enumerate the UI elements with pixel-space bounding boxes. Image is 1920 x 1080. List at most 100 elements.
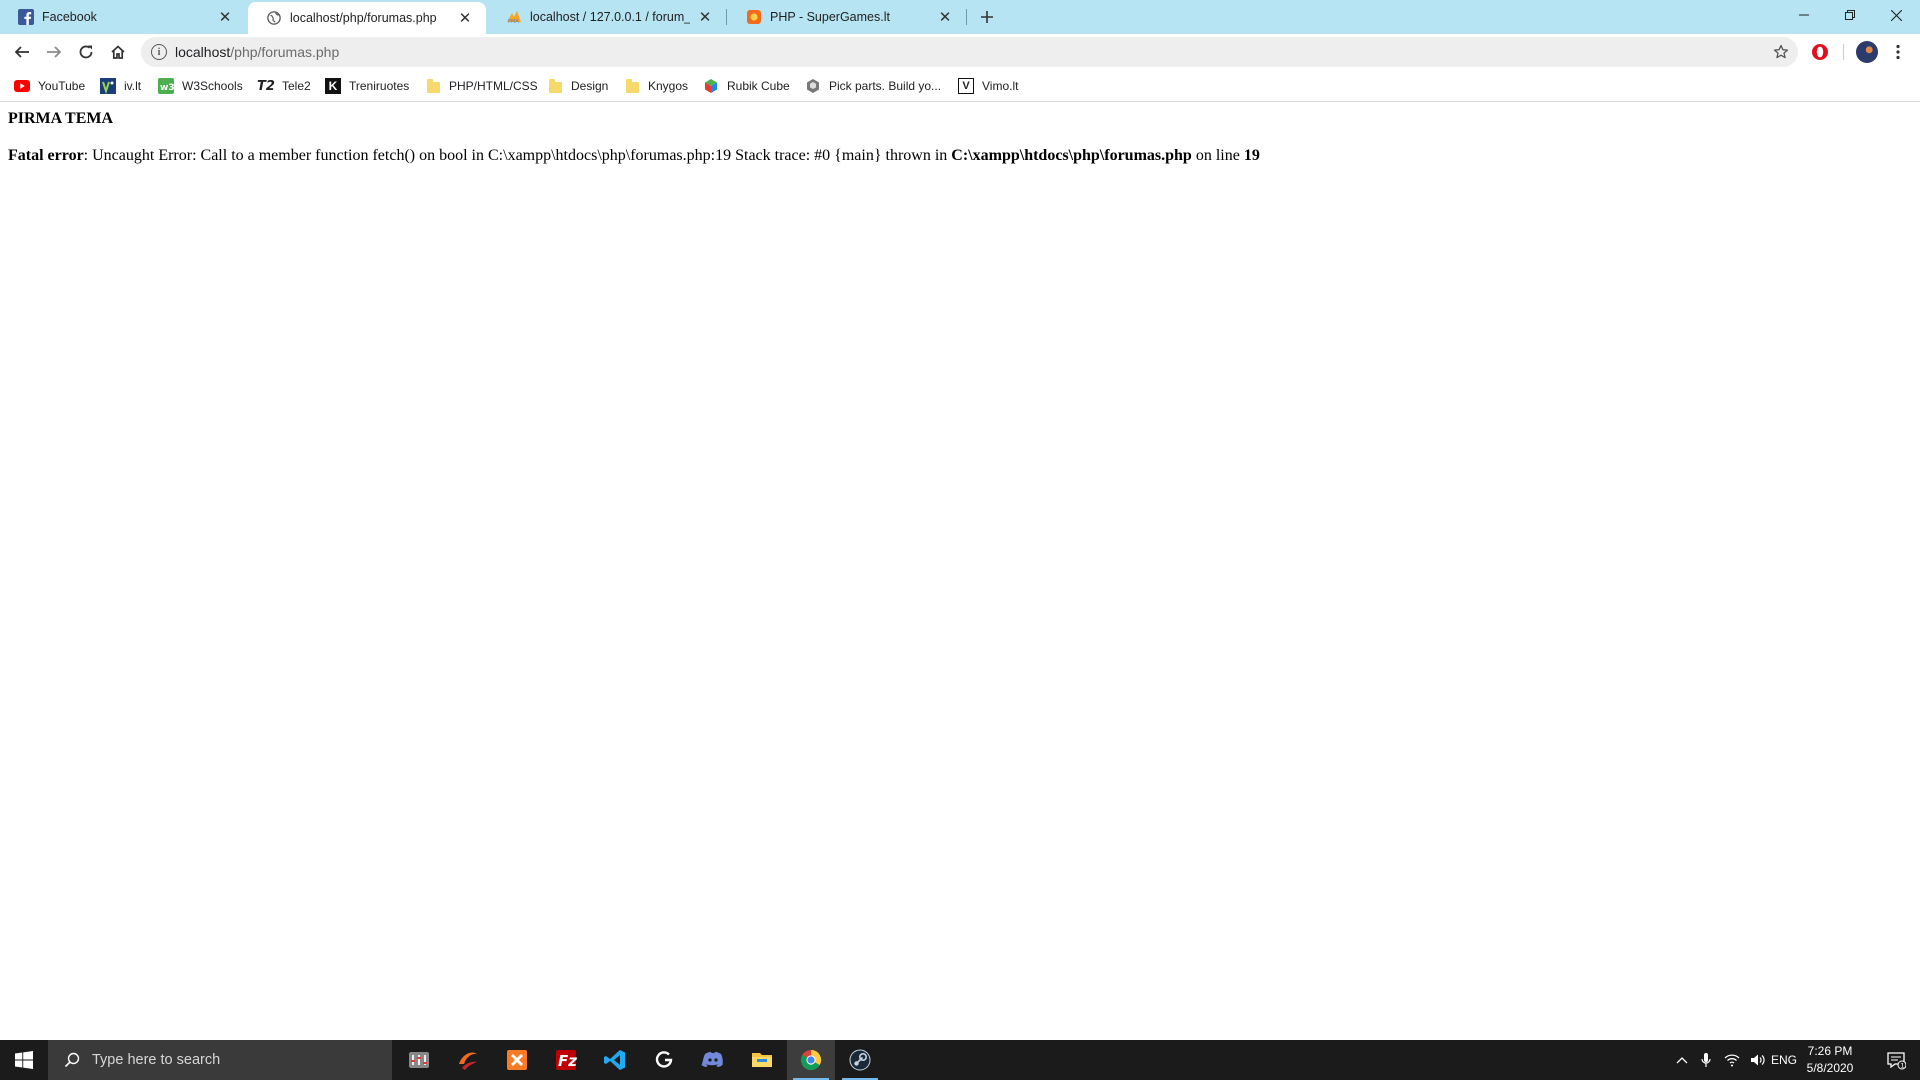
browser-toolbar: i localhost/php/forumas.php	[0, 34, 1920, 70]
bookmark-treniruotes[interactable]: K Treniruotes	[325, 76, 409, 96]
bookmark-vimo[interactable]: V Vimo.lt	[958, 76, 1018, 96]
taskbar-app-file-explorer[interactable]	[738, 1040, 786, 1080]
close-icon[interactable]: ✕	[216, 8, 234, 26]
taskbar-app-burner[interactable]	[444, 1040, 492, 1080]
info-icon[interactable]: i	[151, 44, 167, 60]
steam-icon	[849, 1049, 871, 1071]
speaker-icon	[1751, 1054, 1765, 1066]
taskbar-search[interactable]: Type here to search	[48, 1040, 392, 1080]
language-indicator[interactable]: ENG	[1771, 1040, 1797, 1080]
taskbar-app-logitech[interactable]	[640, 1040, 688, 1080]
vimo-icon: V	[958, 78, 974, 94]
address-bar[interactable]: i localhost/php/forumas.php	[141, 37, 1798, 67]
tab-facebook[interactable]: Facebook ✕	[0, 0, 246, 34]
search-icon	[62, 1050, 82, 1070]
folder-icon	[752, 1053, 772, 1067]
tab-strip: Facebook ✕ localhost/php/forumas.php ✕ P…	[0, 0, 1920, 34]
tele2-icon: T2	[257, 78, 275, 94]
opera-extension-icon[interactable]	[1810, 42, 1830, 62]
bookmarks-bar: YouTube iv.lt w3 W3Schools T2 Tele2 K Tr…	[0, 70, 1920, 102]
youtube-icon	[14, 78, 30, 94]
taskbar-app-mixer[interactable]	[395, 1040, 443, 1080]
folder-icon	[425, 78, 441, 94]
pcpartpicker-icon	[805, 78, 821, 94]
tab-title: PHP - SuperGames.lt	[770, 10, 890, 24]
browser-menu-button[interactable]	[1886, 40, 1910, 64]
bookmark-label: YouTube	[38, 79, 86, 93]
minimize-button[interactable]	[1781, 0, 1827, 30]
logitech-g-icon	[655, 1051, 673, 1068]
show-hidden-icons-button[interactable]	[1672, 1040, 1692, 1080]
reload-button[interactable]	[72, 38, 100, 66]
facebook-icon	[18, 9, 34, 25]
mixer-icon	[409, 1052, 429, 1068]
bookmark-rubik-cube[interactable]: Rubik Cube	[703, 76, 790, 96]
filezilla-icon: Fz	[556, 1050, 577, 1070]
error-message: Fatal error: Uncaught Error: Call to a m…	[8, 147, 1260, 165]
svg-text:PMA: PMA	[508, 19, 519, 24]
bookmark-youtube[interactable]: YouTube	[14, 76, 85, 96]
bookmark-ivlt[interactable]: iv.lt	[100, 76, 141, 96]
error-file: C:\xampp\htdocs\php\forumas.php	[951, 147, 1192, 164]
bookmark-folder-design[interactable]: Design	[547, 76, 608, 96]
page-heading: PIRMA TEMA	[8, 110, 114, 127]
close-icon[interactable]: ✕	[936, 8, 954, 26]
bookmark-folder-php-html-css[interactable]: PHP/HTML/CSS	[425, 76, 538, 96]
url-path: /php/forumas.php	[230, 44, 340, 60]
tab-forumas[interactable]: localhost/php/forumas.php ✕	[248, 2, 486, 34]
back-button[interactable]	[8, 38, 36, 66]
microphone-tray-button[interactable]	[1696, 1040, 1716, 1080]
bookmark-label: Knygos	[648, 79, 689, 93]
svg-text:Fz: Fz	[558, 1052, 577, 1070]
error-label: Fatal error	[8, 147, 84, 164]
bookmark-label: Design	[571, 79, 609, 93]
bookmark-star-icon[interactable]	[1772, 43, 1790, 61]
windows-icon	[15, 1051, 33, 1069]
treniruotes-icon: K	[325, 78, 341, 94]
new-tab-button[interactable]	[975, 5, 999, 29]
bookmark-label: Rubik Cube	[727, 79, 790, 93]
vscode-icon	[604, 1050, 625, 1070]
error-online: on line	[1191, 147, 1244, 164]
taskbar-app-xampp[interactable]	[493, 1040, 541, 1080]
globe-icon	[266, 10, 282, 26]
bookmark-pcpartpicker[interactable]: Pick parts. Build yo...	[805, 76, 941, 96]
taskbar-app-filezilla[interactable]: Fz	[542, 1040, 590, 1080]
volume-tray-button[interactable]	[1746, 1040, 1770, 1080]
taskbar-app-discord[interactable]	[689, 1040, 737, 1080]
action-center-button[interactable]: 1	[1876, 1040, 1916, 1080]
bookmark-label: W3Schools	[182, 79, 243, 93]
bookmark-label: iv.lt	[124, 79, 142, 93]
plus-icon	[981, 11, 993, 23]
forward-button[interactable]	[40, 38, 68, 66]
profile-avatar[interactable]	[1856, 41, 1878, 63]
close-icon[interactable]: ✕	[456, 9, 474, 27]
tab-phpmyadmin[interactable]: PMA localhost / 127.0.0.1 / forum_iist ✕	[488, 0, 727, 34]
ivlt-icon	[100, 78, 116, 94]
bookmark-tele2[interactable]: T2 Tele2	[257, 76, 311, 96]
microphone-icon	[1701, 1053, 1711, 1067]
bookmark-w3schools[interactable]: w3 W3Schools	[158, 76, 243, 96]
bookmark-folder-knygos[interactable]: Knygos	[624, 76, 688, 96]
page-content: PIRMA TEMA Fatal error: Uncaught Error: …	[0, 103, 1920, 1039]
start-button[interactable]	[0, 1040, 48, 1080]
home-button[interactable]	[104, 38, 132, 66]
tab-supergames[interactable]: PHP - SuperGames.lt ✕	[728, 0, 967, 34]
close-icon[interactable]: ✕	[696, 8, 714, 26]
reload-icon	[79, 45, 93, 59]
taskbar-clock[interactable]: 7:26 PM 5/8/2020	[1795, 1043, 1865, 1077]
network-tray-button[interactable]	[1720, 1040, 1744, 1080]
taskbar-app-vscode[interactable]	[591, 1040, 639, 1080]
restore-button[interactable]	[1827, 0, 1873, 30]
taskbar-app-steam[interactable]	[836, 1040, 884, 1080]
tab-separator	[966, 9, 967, 25]
arrow-right-icon	[47, 46, 62, 58]
close-window-button[interactable]	[1873, 0, 1919, 30]
minimize-icon	[1799, 14, 1809, 16]
supergames-icon	[746, 9, 762, 25]
rubik-icon	[703, 78, 719, 94]
toolbar-separator	[1843, 44, 1844, 60]
more-vertical-icon	[1896, 44, 1900, 60]
notification-icon: 1	[1887, 1052, 1906, 1070]
taskbar-app-chrome[interactable]	[787, 1040, 835, 1080]
